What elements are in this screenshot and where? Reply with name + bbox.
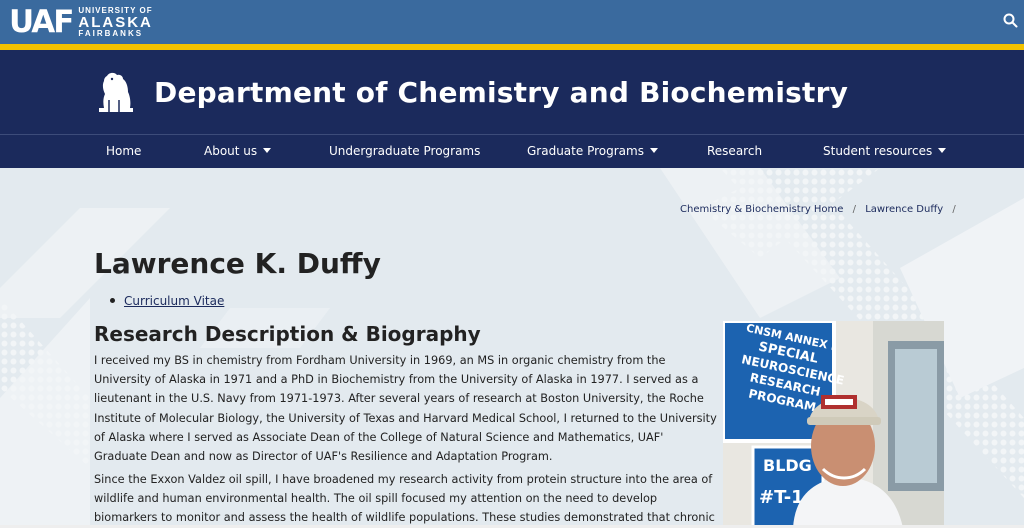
nav-item-label: Research [707, 144, 763, 158]
breadcrumb-separator: / [852, 204, 857, 215]
bio-paragraph: I received my BS in chemistry from Fordh… [94, 354, 717, 464]
nav-item-label: Graduate Programs [527, 144, 644, 158]
nav-item-undergraduate-programs[interactable]: Undergraduate Programs [329, 144, 480, 158]
page-title: Lawrence K. Duffy [94, 247, 381, 280]
breadcrumb-item-current[interactable]: Lawrence Duffy [865, 204, 943, 215]
curriculum-vitae-link[interactable]: Curriculum Vitae [124, 294, 224, 308]
nav-item-graduate-programs[interactable]: Graduate Programs [527, 144, 658, 158]
bullet-icon [110, 298, 115, 303]
link-list: Curriculum Vitae [110, 294, 224, 308]
top-bar [0, 0, 1024, 44]
caret-down-icon [938, 148, 947, 153]
nav-item-label: About us [204, 144, 258, 158]
nav-item-label: Undergraduate Programs [329, 144, 481, 158]
nav-item-research[interactable]: Research [707, 144, 762, 158]
nav-item-home[interactable]: Home [106, 144, 141, 158]
logo-line-2: ALASKA [78, 13, 153, 31]
uaf-logo[interactable]: UAF UNIVERSITY OF ALASKA FAIRBANKS [9, 5, 153, 39]
polar-bear-icon[interactable] [95, 70, 135, 116]
bldg-line-1: BLDG [763, 456, 812, 475]
nav-item-about-us[interactable]: About us [204, 144, 272, 158]
section-title: Research Description & Biography [94, 322, 481, 346]
nav-item-label: Student resources [823, 144, 933, 158]
uaf-logo-mark: UAF [9, 4, 74, 40]
bio-paragraph: Since the Exxon Valdez oil spill, I have… [94, 473, 715, 525]
nav-item-label: Home [106, 144, 142, 158]
caret-down-icon [263, 148, 272, 153]
main-nav: Home About us Undergraduate Programs Gra… [0, 134, 1024, 168]
uaf-logo-text: UNIVERSITY OF ALASKA FAIRBANKS [78, 6, 153, 38]
department-title[interactable]: Department of Chemistry and Biochemistry [154, 76, 848, 109]
breadcrumb: Chemistry & Biochemistry Home / Lawrence… [680, 204, 962, 215]
caret-down-icon [649, 148, 658, 153]
search-icon[interactable] [1002, 12, 1020, 30]
bldg-line-2: #T-1 [759, 487, 804, 508]
nav-item-student-resources[interactable]: Student resources [823, 144, 947, 158]
breadcrumb-item-home[interactable]: Chemistry & Biochemistry Home [680, 204, 843, 215]
logo-line-3: FAIRBANKS [78, 28, 144, 38]
profile-photo: CNSM ANNEX I SPECIAL NEUROSCIENCE RESEAR… [723, 321, 944, 528]
breadcrumb-separator: / [952, 204, 956, 215]
